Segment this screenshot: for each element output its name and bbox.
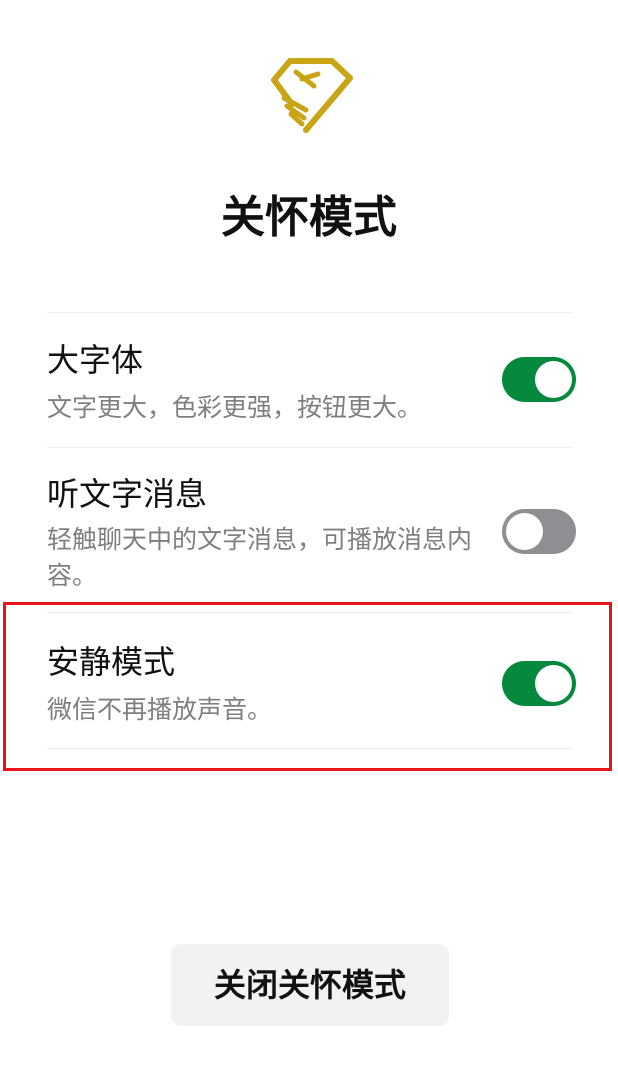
setting-description-listen-text-messages: 轻触聊天中的文字消息，可播放消息内容。 (47, 525, 473, 590)
toggle-knob (535, 361, 572, 398)
setting-description-large-font: 文字更大，色彩更强，按钮更大。 (47, 393, 423, 422)
setting-label-large-font: 大字体 (47, 341, 144, 379)
toggle-listen-text-messages[interactable] (502, 509, 576, 554)
close-care-mode-button[interactable]: 关闭关怀模式 (171, 944, 449, 1026)
page-title: 关怀模式 (221, 192, 397, 243)
divider (47, 312, 573, 313)
highlight-box (3, 602, 612, 771)
toggle-large-font[interactable] (502, 357, 576, 402)
care-mode-hand-heart-icon (271, 58, 353, 133)
setting-label-listen-text-messages: 听文字消息 (47, 475, 208, 513)
divider (47, 447, 573, 448)
care-mode-page: 关怀模式 大字体 文字更大，色彩更强，按钮更大。 听文字消息 轻触聊天中的文字消… (0, 0, 618, 1065)
toggle-knob (506, 513, 543, 550)
